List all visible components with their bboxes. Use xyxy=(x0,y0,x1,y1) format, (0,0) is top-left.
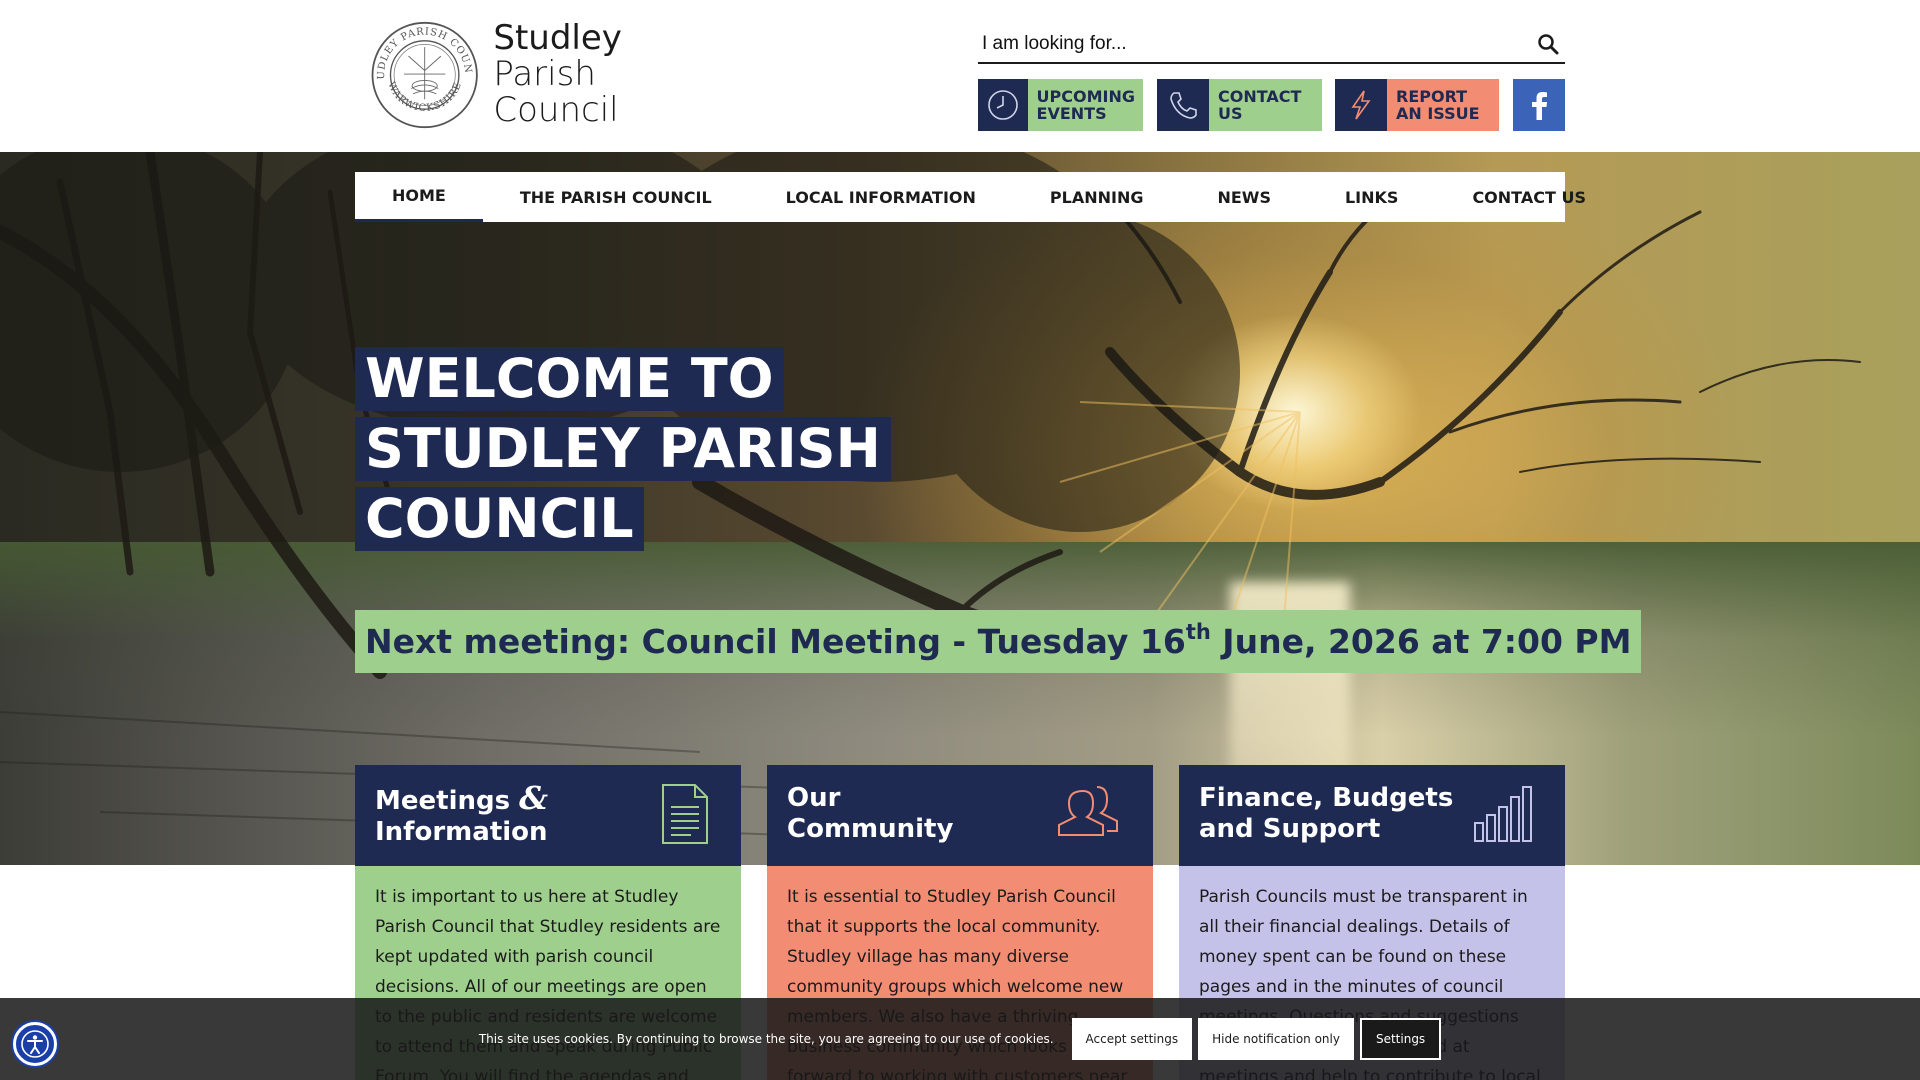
facebook-button[interactable] xyxy=(1513,79,1565,131)
hero-banner: HOME THE PARISH COUNCIL LOCAL INFORMATIO… xyxy=(0,152,1920,865)
bar-chart-icon xyxy=(1474,786,1532,842)
meeting-date-suffix: th xyxy=(1185,619,1211,644)
accessibility-icon xyxy=(21,1030,49,1058)
logo-line-1: Studley xyxy=(493,18,622,59)
accept-settings-button[interactable]: Accept settings xyxy=(1071,1018,1193,1060)
meeting-text-prefix: Next meeting: Council Meeting - Tuesday … xyxy=(365,622,1186,661)
nav-home[interactable]: HOME xyxy=(355,172,483,222)
search-icon xyxy=(1538,34,1559,55)
cookie-notice-text: This site uses cookies. By continuing to… xyxy=(478,1032,1054,1046)
meeting-text-suffix: June, 2026 at 7:00 PM xyxy=(1210,622,1632,661)
cookie-settings-button[interactable]: Settings xyxy=(1359,1018,1442,1060)
card-title: Finance, Budgets and Support xyxy=(1199,783,1459,845)
card-title: Meetings & Information xyxy=(375,782,635,848)
report-an-issue-label: REPORT AN ISSUE xyxy=(1396,87,1480,123)
clock-icon xyxy=(987,90,1018,120)
people-icon xyxy=(1058,786,1118,836)
nav-contact-us[interactable]: CONTACT US xyxy=(1435,172,1623,222)
search-button[interactable] xyxy=(1531,27,1565,61)
phone-icon xyxy=(1170,92,1197,119)
hero-landscape-image xyxy=(0,152,1861,843)
search-input[interactable] xyxy=(978,27,1518,61)
welcome-heading: WELCOME TO STUDLEY PARISH COUNCIL xyxy=(355,347,891,557)
card-header: Meetings & Information xyxy=(355,765,741,866)
card-title-part-1: Finance, Budgets xyxy=(1199,783,1454,813)
card-header: Our Community xyxy=(767,765,1153,866)
hide-notification-button[interactable]: Hide notification only xyxy=(1198,1018,1354,1060)
nav-links[interactable]: LINKS xyxy=(1308,172,1435,222)
welcome-line-2: STUDLEY PARISH xyxy=(355,417,891,481)
council-seal-icon: STUDLEY PARISH COUNCIL WARWICKSHIRE xyxy=(368,12,478,129)
report-an-issue-button[interactable]: REPORT AN ISSUE xyxy=(1335,79,1499,131)
card-title: Our Community xyxy=(787,783,1047,845)
upcoming-events-label: UPCOMING EVENTS xyxy=(1036,87,1135,123)
card-title-part-1: Our xyxy=(787,783,841,813)
card-header: Finance, Budgets and Support xyxy=(1179,765,1565,866)
card-title-ampersand: & xyxy=(519,779,549,817)
welcome-line-1: WELCOME TO xyxy=(355,347,784,411)
document-icon xyxy=(662,784,708,844)
accessibility-button[interactable] xyxy=(13,1022,57,1066)
card-title-part-2: Community xyxy=(787,814,954,844)
logo-text: Studley Parish Council xyxy=(493,21,708,128)
site-logo[interactable]: STUDLEY PARISH COUNCIL WARWICKSHIRE Stud… xyxy=(368,12,708,138)
site-header: STUDLEY PARISH COUNCIL WARWICKSHIRE Stud… xyxy=(0,0,1920,152)
card-title-part-2: and Support xyxy=(1199,814,1381,844)
welcome-line-3: COUNCIL xyxy=(355,487,644,551)
main-navigation: HOME THE PARISH COUNCIL LOCAL INFORMATIO… xyxy=(355,172,1586,222)
contact-us-label: CONTACT US xyxy=(1218,87,1302,123)
facebook-icon xyxy=(1532,92,1547,120)
nav-local-information[interactable]: LOCAL INFORMATION xyxy=(749,172,1013,222)
search-bar xyxy=(978,26,1565,64)
card-title-part-1: Meetings xyxy=(375,786,511,816)
nav-news[interactable]: NEWS xyxy=(1180,172,1308,222)
next-meeting-banner[interactable]: Next meeting: Council Meeting - Tuesday … xyxy=(355,610,1642,673)
contact-us-button[interactable]: CONTACT US xyxy=(1157,79,1322,131)
card-title-part-2: Information xyxy=(375,817,548,847)
cookie-notice-bar: This site uses cookies. By continuing to… xyxy=(0,998,1920,1080)
nav-planning[interactable]: PLANNING xyxy=(1013,172,1181,222)
lightning-icon xyxy=(1351,90,1371,120)
upcoming-events-button[interactable]: UPCOMING EVENTS xyxy=(978,79,1143,131)
logo-line-2: Parish Council xyxy=(493,54,619,130)
nav-the-parish-council[interactable]: THE PARISH COUNCIL xyxy=(483,172,749,222)
